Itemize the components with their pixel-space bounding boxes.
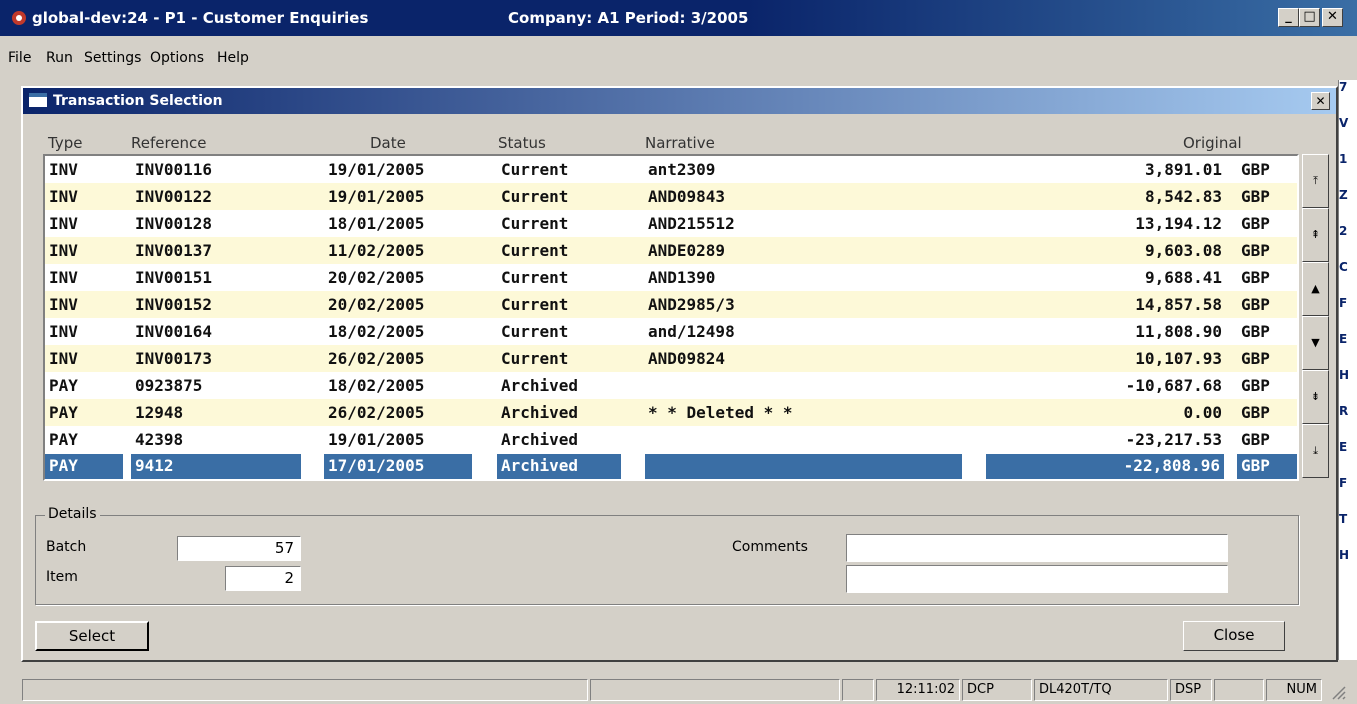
- status-num: NUM: [1266, 679, 1322, 701]
- menu-settings[interactable]: Settings: [84, 50, 141, 66]
- item-field[interactable]: 2: [225, 566, 301, 591]
- window-titlebar[interactable]: global-dev:24 - P1 - Customer Enquiries …: [0, 0, 1357, 36]
- app-icon: [12, 11, 26, 25]
- details-legend: Details: [45, 506, 100, 522]
- table-row[interactable]: PAY 12948 26/02/2005 Archived * * Delete…: [45, 399, 1297, 426]
- scroll-top-button[interactable]: ⤒: [1302, 154, 1329, 208]
- minimize-button[interactable]: _: [1278, 8, 1299, 27]
- menu-run[interactable]: Run: [46, 50, 73, 66]
- comments-field-2[interactable]: [846, 565, 1228, 593]
- menu-options[interactable]: Options: [150, 50, 204, 66]
- background-form-edge: 7 V 1 Z 2 C F E H R E F T H: [1338, 80, 1357, 660]
- menu-file[interactable]: File: [8, 50, 31, 66]
- header-date[interactable]: Date: [370, 134, 406, 152]
- close-button[interactable]: Close: [1183, 621, 1285, 651]
- status-time: 12:11:02: [876, 679, 960, 701]
- table-row[interactable]: INV INV00152 20/02/2005 Current AND2985/…: [45, 291, 1297, 318]
- header-original[interactable]: Original: [1183, 134, 1242, 152]
- table-row[interactable]: PAY 42398 19/01/2005 Archived -23,217.53…: [45, 426, 1297, 453]
- window-icon: [29, 93, 47, 107]
- table-row[interactable]: INV INV00122 19/01/2005 Current AND09843…: [45, 183, 1297, 210]
- company-period: Company: A1 Period: 3/2005: [508, 9, 749, 27]
- table-row[interactable]: INV INV00164 18/02/2005 Current and/1249…: [45, 318, 1297, 345]
- page-down-button[interactable]: ⇟: [1302, 370, 1329, 424]
- table-row-selected[interactable]: PAY 9412 17/01/2005 Archived -22,808.96 …: [45, 453, 1297, 479]
- table-row[interactable]: INV INV00173 26/02/2005 Current AND09824…: [45, 345, 1297, 372]
- dialog-title: Transaction Selection: [53, 93, 223, 109]
- batch-label: Batch: [46, 539, 87, 555]
- status-printer: DL420T/TQ: [1034, 679, 1168, 701]
- table-row[interactable]: INV INV00116 19/01/2005 Current ant2309 …: [45, 156, 1297, 183]
- status-bar: 12:11:02 DCP DL420T/TQ DSP NUM: [0, 676, 1357, 704]
- status-panel-8: [1214, 679, 1264, 701]
- header-type[interactable]: Type: [48, 134, 82, 152]
- status-panel-2: [590, 679, 840, 701]
- dialog-close-icon[interactable]: ✕: [1311, 92, 1330, 110]
- transactions-table[interactable]: INV INV00116 19/01/2005 Current ant2309 …: [43, 154, 1299, 481]
- status-panel-1: [22, 679, 588, 701]
- comments-field-1[interactable]: [846, 534, 1228, 562]
- batch-field[interactable]: 57: [177, 536, 301, 561]
- page-up-button[interactable]: ⇞: [1302, 208, 1329, 262]
- comments-label: Comments: [732, 539, 808, 555]
- status-dsp: DSP: [1170, 679, 1212, 701]
- select-button[interactable]: Select: [35, 621, 149, 651]
- header-reference[interactable]: Reference: [131, 134, 207, 152]
- table-row[interactable]: INV INV00128 18/01/2005 Current AND21551…: [45, 210, 1297, 237]
- window-close-button[interactable]: ✕: [1322, 8, 1343, 27]
- table-row[interactable]: PAY 0923875 18/02/2005 Archived -10,687.…: [45, 372, 1297, 399]
- scroll-up-button[interactable]: ▲: [1302, 262, 1329, 316]
- table-row[interactable]: INV INV00151 20/02/2005 Current AND1390 …: [45, 264, 1297, 291]
- scroll-bottom-button[interactable]: ⤓: [1302, 424, 1329, 478]
- status-panel-3: [842, 679, 874, 701]
- resize-grip-icon[interactable]: [1330, 684, 1346, 700]
- menu-help[interactable]: Help: [217, 50, 249, 66]
- item-label: Item: [46, 569, 78, 585]
- header-status[interactable]: Status: [498, 134, 546, 152]
- header-narrative[interactable]: Narrative: [645, 134, 715, 152]
- scroll-down-button[interactable]: ▼: [1302, 316, 1329, 370]
- window-title: global-dev:24 - P1 - Customer Enquiries: [32, 9, 369, 27]
- dialog-titlebar[interactable]: Transaction Selection ✕: [23, 88, 1336, 114]
- status-dcp: DCP: [962, 679, 1032, 701]
- maximize-button[interactable]: □: [1299, 8, 1320, 27]
- table-row[interactable]: INV INV00137 11/02/2005 Current ANDE0289…: [45, 237, 1297, 264]
